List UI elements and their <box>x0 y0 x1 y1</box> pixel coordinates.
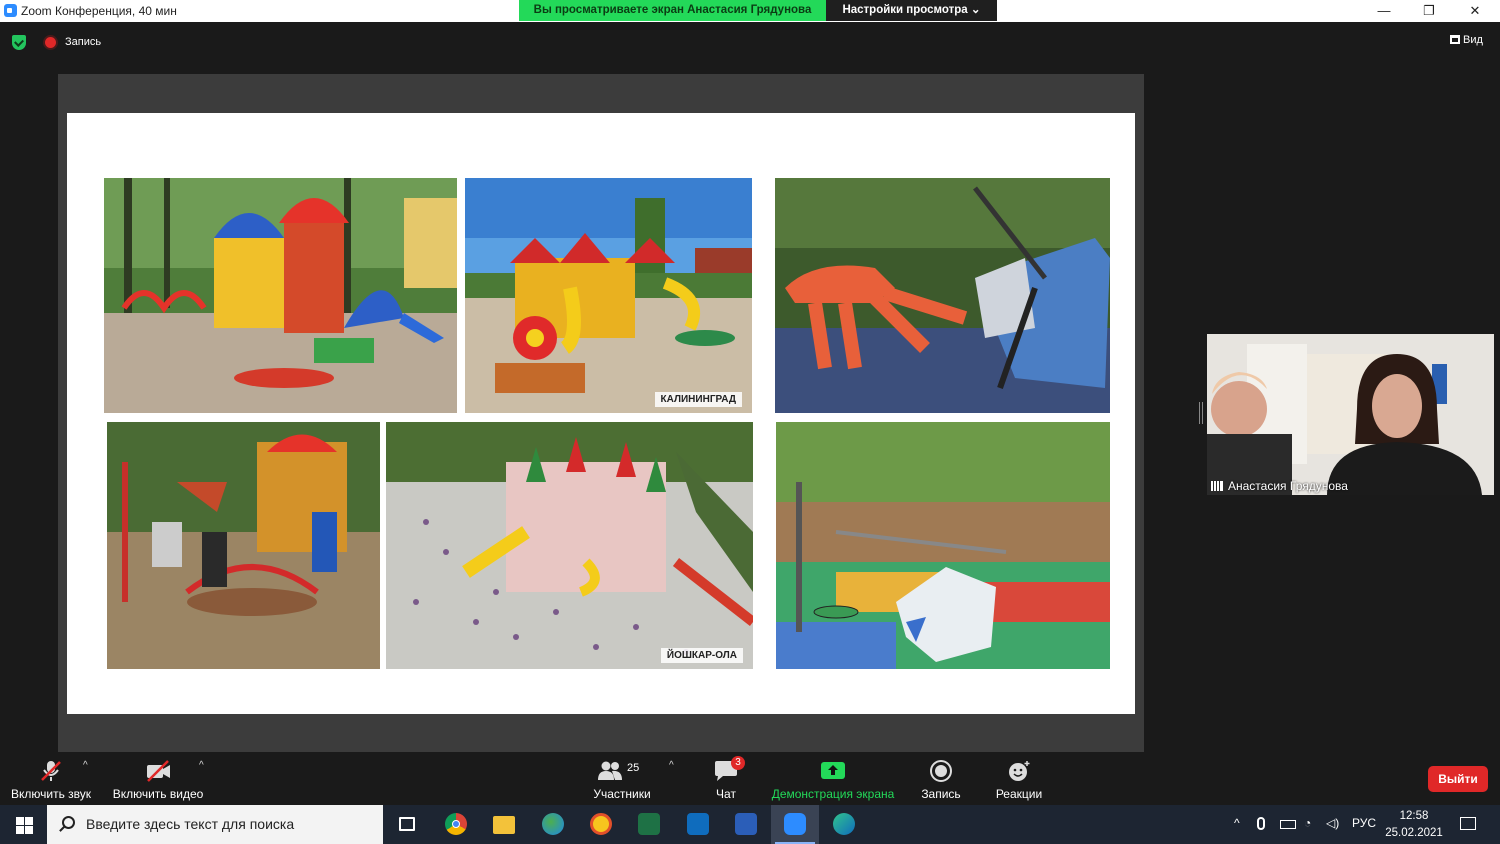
view-settings-label: Настройки просмотра <box>842 4 968 16</box>
restore-button[interactable]: ❐ <box>1406 0 1452 22</box>
share-screen-button[interactable]: Демонстрация экрана <box>768 752 898 805</box>
chat-unread-badge: 3 <box>731 756 745 770</box>
photo-carousel-children <box>107 422 380 669</box>
wifi-icon[interactable]: ◔ <box>1304 816 1311 830</box>
restore-icon: ❐ <box>1423 3 1435 18</box>
participants-options-caret[interactable]: ^ <box>669 760 674 771</box>
view-settings-button[interactable]: Настройки просмотра ⌄ <box>826 0 997 21</box>
volume-icon[interactable]: ◁) <box>1326 816 1339 830</box>
title-bar: Zoom Конференция, 40 мин Вы просматривае… <box>0 0 1500 22</box>
reactions-icon <box>1006 760 1032 782</box>
close-icon: ✕ <box>1469 3 1481 18</box>
taskbar-edge[interactable] <box>820 805 868 844</box>
taskbar-zoom[interactable] <box>771 805 819 844</box>
taskbar-file-explorer[interactable] <box>480 805 528 844</box>
taskbar-word[interactable] <box>722 805 770 844</box>
participants-icon: 25 <box>597 760 647 782</box>
shield-icon[interactable] <box>12 35 26 50</box>
signal-strength-icon <box>1211 481 1223 491</box>
window-title: Zoom Конференция, 40 мин <box>21 4 177 18</box>
language-indicator[interactable]: РУС <box>1352 816 1376 830</box>
photo-playground-octopus-ship <box>775 178 1110 413</box>
folder-icon <box>493 816 515 834</box>
search-placeholder: Введите здесь текст для поиска <box>86 816 295 832</box>
participants-label: Участники <box>593 787 651 801</box>
1c-icon <box>590 813 612 835</box>
reactions-button[interactable]: Реакции <box>992 752 1046 805</box>
unmute-label: Включить звук <box>10 787 92 801</box>
presentation-slide: КАЛИНИНГРАД ЙОШКАР-ОЛА <box>67 113 1135 714</box>
share-screen-icon <box>820 760 846 782</box>
participant-video-frame <box>1207 334 1494 495</box>
windows-taskbar: Введите здесь текст для поиска ^ ◔ ◁) РУ… <box>0 805 1500 844</box>
photo-playground-modern <box>776 422 1110 669</box>
chat-icon: 3 <box>713 756 745 782</box>
search-icon <box>62 816 75 829</box>
muted-microphone-icon <box>38 760 64 782</box>
record-label: Запись <box>921 787 961 801</box>
start-video-button[interactable]: Включить видео <box>110 752 206 805</box>
unmute-button[interactable]: Включить звук <box>8 752 94 805</box>
share-screen-label: Демонстрация экрана <box>771 787 895 801</box>
participants-count: 25 <box>627 762 640 774</box>
screen-share-banner: Вы просматриваете экран Анастасия Грядун… <box>519 0 826 21</box>
meeting-top-bar: Запись Вид <box>0 22 1500 62</box>
globe-icon <box>542 813 564 835</box>
taskbar-chrome[interactable] <box>432 805 480 844</box>
taskbar-excel[interactable] <box>625 805 673 844</box>
participant-name-label: Анастасия Грядунова <box>1211 479 1348 493</box>
battery-icon[interactable] <box>1280 820 1296 829</box>
recording-icon <box>45 37 56 48</box>
tray-expand-icon[interactable]: ^ <box>1234 816 1240 830</box>
zoom-app-icon <box>4 4 17 17</box>
city-label-yoshkar-ola: ЙОШКАР-ОЛА <box>660 648 743 663</box>
view-button[interactable]: Вид <box>1450 34 1483 46</box>
taskbar-search-box[interactable]: Введите здесь текст для поиска <box>47 805 383 844</box>
city-label-kaliningrad: КАЛИНИНГРАД <box>654 392 742 407</box>
participant-name: Анастасия Грядунова <box>1228 479 1348 493</box>
leave-meeting-button[interactable]: Выйти <box>1428 766 1488 792</box>
reactions-label: Реакции <box>995 787 1043 801</box>
shared-screen: КАЛИНИНГРАД ЙОШКАР-ОЛА <box>58 74 1144 752</box>
audio-options-caret[interactable]: ^ <box>83 760 88 771</box>
word-icon <box>735 813 757 835</box>
video-off-icon <box>145 760 171 782</box>
taskbar-outlook[interactable] <box>674 805 722 844</box>
start-video-label: Включить видео <box>112 787 204 801</box>
grid-view-icon <box>1450 35 1460 44</box>
zoom-icon <box>784 813 806 835</box>
clock-date: 25.02.2021 <box>1385 827 1443 839</box>
taskbar-task-view[interactable] <box>383 805 431 844</box>
meeting-toolbar: Включить звук ^ Включить видео ^ 25 Учас… <box>0 752 1500 805</box>
chat-label: Чат <box>716 787 736 801</box>
video-options-caret[interactable]: ^ <box>199 760 204 771</box>
recording-label: Запись <box>65 36 102 48</box>
outlook-icon <box>687 813 709 835</box>
taskbar-1c[interactable] <box>577 805 625 844</box>
photo-playground-yoshkar-ola: ЙОШКАР-ОЛА <box>386 422 753 669</box>
task-view-icon <box>399 817 415 831</box>
close-button[interactable]: ✕ <box>1452 0 1498 22</box>
chat-button[interactable]: 3 Чат <box>704 752 748 805</box>
participants-button[interactable]: 25 Участники <box>588 752 656 805</box>
record-icon <box>928 760 954 782</box>
notifications-icon[interactable] <box>1460 817 1476 830</box>
edge-icon <box>833 813 855 835</box>
minimize-icon: — <box>1377 3 1391 18</box>
photo-playground-kaliningrad: КАЛИНИНГРАД <box>465 178 752 413</box>
chevron-down-icon: ⌄ <box>970 4 981 16</box>
panel-resize-handle[interactable] <box>1199 402 1203 424</box>
photo-playground-park <box>104 178 457 413</box>
participant-video-tile[interactable]: Анастасия Грядунова <box>1207 334 1494 495</box>
minimize-button[interactable]: — <box>1361 0 1407 22</box>
excel-icon <box>638 813 660 835</box>
chrome-center-icon <box>452 820 460 828</box>
taskbar-maps[interactable] <box>529 805 577 844</box>
clock-time: 12:58 <box>1399 810 1429 822</box>
record-button[interactable]: Запись <box>914 752 968 805</box>
start-button[interactable] <box>0 805 47 844</box>
system-clock[interactable]: 12:58 25.02.2021 <box>1384 808 1444 842</box>
view-label: Вид <box>1463 34 1483 46</box>
microphone-tray-icon[interactable] <box>1257 817 1265 830</box>
